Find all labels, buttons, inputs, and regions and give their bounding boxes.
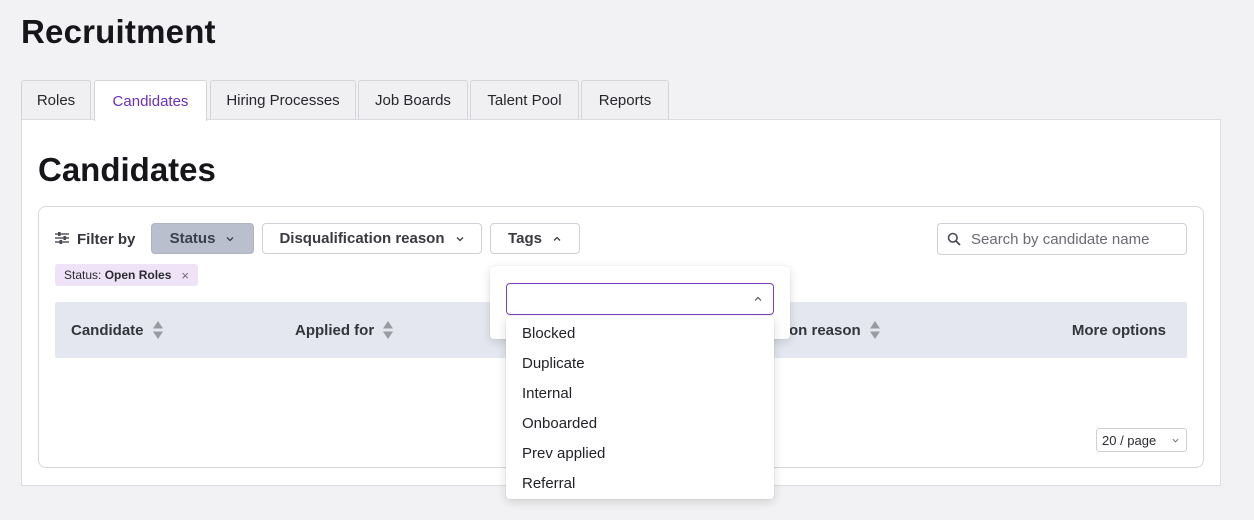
tag-option-referral[interactable]: Referral (506, 468, 774, 498)
candidate-search[interactable] (937, 223, 1187, 255)
tab-reports[interactable]: Reports (581, 80, 669, 119)
tab-job-boards[interactable]: Job Boards (358, 80, 468, 119)
page-size-select[interactable]: 20 / page (1096, 428, 1187, 452)
column-disqualification-reason[interactable]: on reason (789, 302, 881, 358)
search-input[interactable] (969, 229, 1183, 249)
chevron-up-icon (553, 236, 561, 241)
chevron-down-icon (456, 236, 463, 241)
active-filter-chip: Status: Open Roles × (55, 264, 198, 286)
sort-icon[interactable] (869, 320, 881, 340)
search-icon (947, 232, 961, 246)
chip-value: Open Roles (104, 268, 172, 282)
status-filter-button[interactable]: Status (151, 223, 254, 254)
chevron-down-icon (226, 236, 234, 241)
column-candidate[interactable]: Candidate (71, 302, 164, 358)
column-applied-for[interactable]: Applied for (295, 302, 394, 358)
chip-key: Status: (64, 268, 102, 282)
sort-icon[interactable] (152, 320, 164, 340)
chevron-down-icon (1172, 438, 1179, 443)
tags-filter-button[interactable]: Tags (490, 223, 580, 254)
column-disqualification-label: on reason (789, 321, 861, 339)
filter-by-text: Filter by (77, 230, 136, 248)
page-title: Recruitment (21, 13, 216, 50)
tag-option-blocked[interactable]: Blocked (506, 318, 774, 348)
sort-icon[interactable] (382, 320, 394, 340)
tags-options-list: Blocked Duplicate Internal Onboarded Pre… (506, 316, 774, 499)
filter-by-label: Filter by (55, 229, 135, 249)
tags-select-input[interactable] (506, 283, 774, 315)
chevron-up-icon (754, 296, 762, 301)
tag-option-prev-applied[interactable]: Prev applied (506, 438, 774, 468)
tab-candidates[interactable]: Candidates (94, 80, 207, 121)
tab-hiring-processes[interactable]: Hiring Processes (210, 80, 356, 119)
tag-option-onboarded[interactable]: Onboarded (506, 408, 774, 438)
tag-option-internal[interactable]: Internal (506, 378, 774, 408)
tab-talent-pool[interactable]: Talent Pool (470, 80, 579, 119)
disqualification-filter-button[interactable]: Disqualification reason (262, 223, 482, 254)
sliders-icon (55, 231, 69, 248)
status-filter-label: Status (169, 230, 216, 247)
column-more-options: More options (1072, 302, 1166, 358)
section-title: Candidates (38, 151, 216, 188)
tab-roles[interactable]: Roles (21, 80, 91, 119)
disqualification-filter-label: Disqualification reason (279, 230, 445, 247)
chip-text: Status: Open Roles (64, 268, 171, 282)
tag-option-duplicate[interactable]: Duplicate (506, 348, 774, 378)
tags-filter-label: Tags (508, 230, 542, 247)
page-size-value: 20 / page (1102, 432, 1157, 448)
column-more-options-label: More options (1071, 321, 1166, 339)
column-applied-for-label: Applied for (295, 321, 375, 339)
close-icon[interactable]: × (181, 268, 189, 283)
column-candidate-label: Candidate (71, 321, 144, 339)
